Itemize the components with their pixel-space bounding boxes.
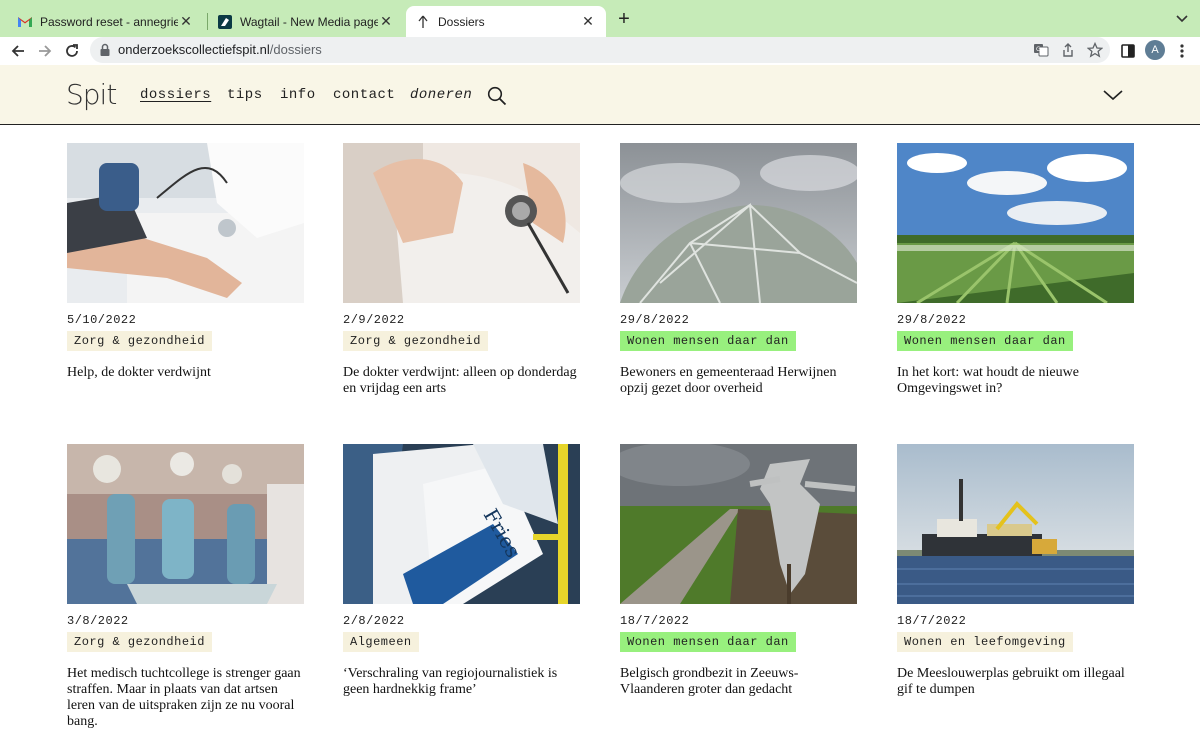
side-panel-icon[interactable] xyxy=(1118,41,1138,61)
dossier-headline[interactable]: Het medisch tuchtcollege is strenger gaa… xyxy=(67,666,304,730)
dossier-date: 2/9/2022 xyxy=(343,313,405,327)
bookmark-star-icon[interactable] xyxy=(1086,41,1104,59)
category-tag[interactable]: Wonen mensen daar dan xyxy=(620,632,796,652)
category-tag[interactable]: Wonen en leefomgeving xyxy=(897,632,1073,652)
dredger-photo[interactable] xyxy=(897,444,1134,604)
tab-title: Dossiers xyxy=(438,14,485,29)
dossier-date: 2/8/2022 xyxy=(343,614,405,628)
orchard-photo[interactable] xyxy=(897,143,1134,303)
spit-favicon-icon xyxy=(416,15,430,29)
dossier-date: 3/8/2022 xyxy=(67,614,129,628)
dossier-headline[interactable]: De dokter verdwijnt: alleen op donderdag… xyxy=(343,365,580,397)
dossier-headline[interactable]: De Meeslouwerplas gebruikt om illegaal g… xyxy=(897,666,1134,698)
dossier-date: 29/8/2022 xyxy=(620,313,690,327)
dome-photo[interactable] xyxy=(620,143,857,303)
tab-gmail[interactable]: Password reset - annegrietje@ ✕ xyxy=(8,6,204,37)
category-tag[interactable]: Zorg & gezondheid xyxy=(343,331,488,351)
tab-search-chevron-icon[interactable] xyxy=(1174,10,1190,26)
close-tab-icon[interactable]: ✕ xyxy=(178,13,194,30)
search-icon[interactable] xyxy=(487,86,507,106)
translate-icon[interactable]: G xyxy=(1032,41,1050,59)
back-arrow-icon[interactable] xyxy=(8,41,28,61)
lock-icon[interactable] xyxy=(99,43,111,57)
nav-contact[interactable]: contact xyxy=(333,87,395,103)
url-host: onderzoekscollectiefspit.nl xyxy=(118,42,270,57)
category-tag[interactable]: Wonen mensen daar dan xyxy=(620,331,796,351)
newspapers-photo[interactable]: Fries xyxy=(343,444,580,604)
dossier-date: 18/7/2022 xyxy=(897,614,967,628)
nav-doneren[interactable]: doneren xyxy=(410,87,472,103)
url-path: /dossiers xyxy=(269,42,322,57)
chevron-down-icon[interactable] xyxy=(1102,87,1124,103)
tab-dossiers[interactable]: Dossiers ✕ xyxy=(406,6,606,37)
dossier-headline[interactable]: In het kort: wat houdt de nieuwe Omgevin… xyxy=(897,365,1134,397)
dossier-date: 29/8/2022 xyxy=(897,313,967,327)
new-tab-button[interactable]: + xyxy=(614,8,634,32)
wagtail-icon xyxy=(218,14,232,29)
browser-toolbar: onderzoekscollectiefspit.nl/dossiers G xyxy=(0,37,1200,65)
gmail-icon xyxy=(18,15,32,29)
tab-wagtail[interactable]: Wagtail - New Media page ✕ xyxy=(208,6,404,37)
category-tag[interactable]: Zorg & gezondheid xyxy=(67,331,212,351)
close-tab-icon[interactable]: ✕ xyxy=(378,13,394,30)
dossier-headline[interactable]: Belgisch grondbezit in Zeeuws-Vlaanderen… xyxy=(620,666,857,698)
dossier-headline[interactable]: ‘Verschraling van regiojournalistiek is … xyxy=(343,666,580,698)
tab-strip: Password reset - annegrietje@ ✕ Wagtail … xyxy=(0,0,1200,37)
nav-tips[interactable]: tips xyxy=(227,87,263,103)
tab-title: Password reset - annegrietje@ xyxy=(40,14,178,29)
reload-icon[interactable] xyxy=(62,41,82,61)
dossier-headline[interactable]: Bewoners en gemeenteraad Herwijnen opzij… xyxy=(620,365,857,397)
address-bar[interactable]: onderzoekscollectiefspit.nl/dossiers G xyxy=(90,37,1110,63)
share-icon[interactable] xyxy=(1059,41,1077,59)
tab-title: Wagtail - New Media page xyxy=(240,14,378,29)
close-tab-icon[interactable]: ✕ xyxy=(580,13,596,30)
nav-info[interactable]: info xyxy=(280,87,316,103)
dossier-date: 5/10/2022 xyxy=(67,313,137,327)
nav-dossiers[interactable]: dossiers xyxy=(140,87,211,103)
category-tag[interactable]: Algemeen xyxy=(343,632,419,652)
svg-text:G: G xyxy=(1036,46,1041,53)
site-logo[interactable]: Spit xyxy=(66,78,117,111)
forward-arrow-icon[interactable] xyxy=(35,41,55,61)
dossier-date: 18/7/2022 xyxy=(620,614,690,628)
stethoscope-photo[interactable] xyxy=(343,143,580,303)
scarecrow-photo[interactable] xyxy=(620,444,857,604)
site-header: Spit dossiers tips info contact doneren xyxy=(0,65,1200,125)
dossier-headline[interactable]: Help, de dokter verdwijnt xyxy=(67,365,304,381)
url-text: onderzoekscollectiefspit.nl/dossiers xyxy=(118,42,322,57)
category-tag[interactable]: Zorg & gezondheid xyxy=(67,632,212,652)
profile-avatar[interactable]: A xyxy=(1145,40,1165,60)
category-tag[interactable]: Wonen mensen daar dan xyxy=(897,331,1073,351)
operating-room-photo[interactable] xyxy=(67,444,304,604)
more-menu-icon[interactable] xyxy=(1172,41,1192,61)
blood-pressure-photo[interactable] xyxy=(67,143,304,303)
